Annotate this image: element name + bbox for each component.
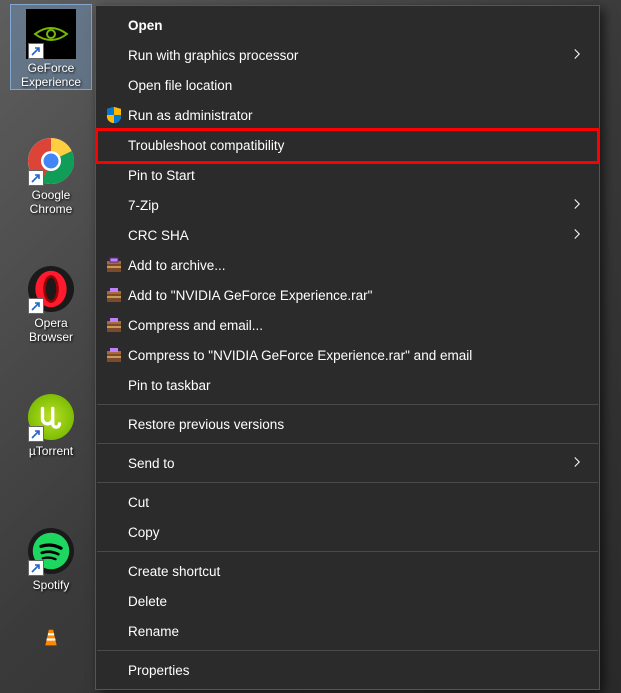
menu-item-delete[interactable]: Delete — [96, 586, 599, 616]
menu-separator — [97, 482, 598, 483]
desktop-icon-utorrent[interactable]: µTorrent — [10, 388, 92, 474]
winrar-icon — [104, 285, 124, 305]
desktop-icon-geforce[interactable]: GeForce Experience — [10, 4, 92, 90]
shortcut-arrow-icon — [28, 298, 44, 314]
menu-item-troubleshoot[interactable]: Troubleshoot compatibility — [96, 130, 599, 160]
menu-item-cut[interactable]: Cut — [96, 487, 599, 517]
chevron-right-icon — [573, 198, 585, 213]
icon-label: GeForce Experience — [21, 61, 81, 89]
menu-item-create-shortcut[interactable]: Create shortcut — [96, 556, 599, 586]
chevron-right-icon — [573, 228, 585, 243]
menu-item-add-archive[interactable]: Add to archive... — [96, 250, 599, 280]
chevron-right-icon — [573, 48, 585, 63]
menu-separator — [97, 650, 598, 651]
uac-shield-icon — [104, 105, 124, 125]
menu-item-compress-email[interactable]: Compress and email... — [96, 310, 599, 340]
winrar-icon — [104, 345, 124, 365]
menu-item-restore-versions[interactable]: Restore previous versions — [96, 409, 599, 439]
menu-separator — [97, 443, 598, 444]
menu-item-open-location[interactable]: Open file location — [96, 70, 599, 100]
winrar-icon — [104, 315, 124, 335]
shortcut-arrow-icon — [28, 560, 44, 576]
shortcut-arrow-icon — [28, 426, 44, 442]
menu-item-run-graphics[interactable]: Run with graphics processor — [96, 40, 599, 70]
icon-label: Opera Browser — [29, 316, 73, 344]
menu-item-pin-start[interactable]: Pin to Start — [96, 160, 599, 190]
desktop-icons-column: GeForce Experience Google Chrome — [10, 4, 92, 690]
desktop-icon-vlc-partial[interactable] — [10, 628, 92, 648]
menu-item-open[interactable]: Open — [96, 10, 599, 40]
context-menu: Open Run with graphics processor Open fi… — [95, 5, 600, 690]
menu-item-pin-taskbar[interactable]: Pin to taskbar — [96, 370, 599, 400]
menu-item-crc-sha[interactable]: CRC SHA — [96, 220, 599, 250]
menu-item-rename[interactable]: Rename — [96, 616, 599, 646]
menu-item-properties[interactable]: Properties — [96, 655, 599, 685]
chevron-right-icon — [573, 456, 585, 471]
desktop-icon-chrome[interactable]: Google Chrome — [10, 132, 92, 218]
menu-separator — [97, 404, 598, 405]
icon-label: µTorrent — [29, 444, 73, 458]
winrar-icon — [104, 255, 124, 275]
menu-item-compress-rar-email[interactable]: Compress to "NVIDIA GeForce Experience.r… — [96, 340, 599, 370]
menu-item-add-to-rar[interactable]: Add to "NVIDIA GeForce Experience.rar" — [96, 280, 599, 310]
vlc-cone-icon — [28, 628, 74, 648]
icon-label: Spotify — [33, 578, 70, 592]
desktop-icon-opera[interactable]: Opera Browser — [10, 260, 92, 346]
menu-item-run-admin[interactable]: Run as administrator — [96, 100, 599, 130]
shortcut-arrow-icon — [28, 43, 44, 59]
menu-item-copy[interactable]: Copy — [96, 517, 599, 547]
menu-item-7zip[interactable]: 7-Zip — [96, 190, 599, 220]
icon-label: Google Chrome — [30, 188, 73, 216]
menu-separator — [97, 551, 598, 552]
shortcut-arrow-icon — [28, 170, 44, 186]
desktop-icon-spotify[interactable]: Spotify — [10, 522, 92, 608]
menu-item-send-to[interactable]: Send to — [96, 448, 599, 478]
